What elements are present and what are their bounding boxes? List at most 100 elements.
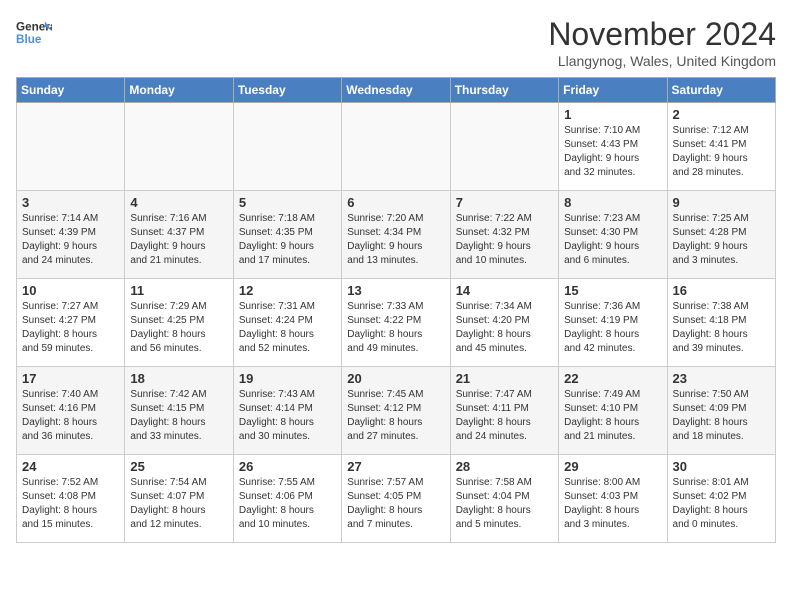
- col-header-saturday: Saturday: [667, 78, 775, 103]
- day-number: 11: [130, 283, 227, 298]
- day-number: 4: [130, 195, 227, 210]
- day-info: Sunrise: 7:36 AM Sunset: 4:19 PM Dayligh…: [564, 300, 661, 356]
- day-info: Sunrise: 7:23 AM Sunset: 4:30 PM Dayligh…: [564, 212, 661, 268]
- day-info: Sunrise: 7:52 AM Sunset: 4:08 PM Dayligh…: [22, 476, 119, 532]
- day-number: 20: [347, 371, 444, 386]
- day-info: Sunrise: 7:12 AM Sunset: 4:41 PM Dayligh…: [673, 124, 770, 180]
- calendar-cell: 3 Sunrise: 7:14 AM Sunset: 4:39 PM Daylig…: [17, 191, 125, 279]
- calendar-table: SundayMondayTuesdayWednesdayThursdayFrid…: [16, 77, 776, 543]
- day-number: 5: [239, 195, 336, 210]
- calendar-week-row: 17 Sunrise: 7:40 AM Sunset: 4:16 PM Dayli…: [17, 367, 776, 455]
- calendar-cell: 24Sunrise: 7:52 AM Sunset: 4:08 PM Dayli…: [17, 455, 125, 543]
- col-header-sunday: Sunday: [17, 78, 125, 103]
- calendar-cell: 8 Sunrise: 7:23 AM Sunset: 4:30 PM Daylig…: [559, 191, 667, 279]
- day-number: 16: [673, 283, 770, 298]
- day-info: Sunrise: 7:40 AM Sunset: 4:16 PM Dayligh…: [22, 388, 119, 444]
- day-number: 17: [22, 371, 119, 386]
- day-number: 27: [347, 459, 444, 474]
- page-header: GeneralBlue November 2024 Llangynog, Wal…: [16, 16, 776, 69]
- day-info: Sunrise: 7:31 AM Sunset: 4:24 PM Dayligh…: [239, 300, 336, 356]
- day-number: 8: [564, 195, 661, 210]
- calendar-cell: [125, 103, 233, 191]
- calendar-cell: 30 Sunrise: 8:01 AM Sunset: 4:02 PM Dayli…: [667, 455, 775, 543]
- logo-icon: GeneralBlue: [16, 16, 52, 52]
- day-number: 21: [456, 371, 553, 386]
- calendar-cell: [17, 103, 125, 191]
- calendar-cell: 17 Sunrise: 7:40 AM Sunset: 4:16 PM Dayli…: [17, 367, 125, 455]
- day-number: 12: [239, 283, 336, 298]
- day-info: Sunrise: 7:42 AM Sunset: 4:15 PM Dayligh…: [130, 388, 227, 444]
- location: Llangynog, Wales, United Kingdom: [548, 53, 776, 69]
- day-number: 10: [22, 283, 119, 298]
- day-info: Sunrise: 7:43 AM Sunset: 4:14 PM Dayligh…: [239, 388, 336, 444]
- day-info: Sunrise: 7:20 AM Sunset: 4:34 PM Dayligh…: [347, 212, 444, 268]
- day-number: 18: [130, 371, 227, 386]
- day-number: 30: [673, 459, 770, 474]
- day-number: 13: [347, 283, 444, 298]
- calendar-cell: 18 Sunrise: 7:42 AM Sunset: 4:15 PM Dayli…: [125, 367, 233, 455]
- calendar-cell: [233, 103, 341, 191]
- calendar-cell: 13 Sunrise: 7:33 AM Sunset: 4:22 PM Dayli…: [342, 279, 450, 367]
- calendar-cell: 9Sunrise: 7:25 AM Sunset: 4:28 PM Daylig…: [667, 191, 775, 279]
- calendar-cell: [450, 103, 558, 191]
- day-number: 15: [564, 283, 661, 298]
- calendar-cell: 25 Sunrise: 7:54 AM Sunset: 4:07 PM Dayli…: [125, 455, 233, 543]
- day-number: 14: [456, 283, 553, 298]
- calendar-cell: 12 Sunrise: 7:31 AM Sunset: 4:24 PM Dayli…: [233, 279, 341, 367]
- col-header-wednesday: Wednesday: [342, 78, 450, 103]
- calendar-cell: 5 Sunrise: 7:18 AM Sunset: 4:35 PM Daylig…: [233, 191, 341, 279]
- day-number: 9: [673, 195, 770, 210]
- day-number: 7: [456, 195, 553, 210]
- day-number: 3: [22, 195, 119, 210]
- day-info: Sunrise: 7:58 AM Sunset: 4:04 PM Dayligh…: [456, 476, 553, 532]
- calendar-cell: 19Sunrise: 7:43 AM Sunset: 4:14 PM Dayli…: [233, 367, 341, 455]
- day-number: 6: [347, 195, 444, 210]
- calendar-cell: 11Sunrise: 7:29 AM Sunset: 4:25 PM Dayli…: [125, 279, 233, 367]
- day-info: Sunrise: 7:27 AM Sunset: 4:27 PM Dayligh…: [22, 300, 119, 356]
- calendar-cell: 20Sunrise: 7:45 AM Sunset: 4:12 PM Dayli…: [342, 367, 450, 455]
- calendar-cell: 16Sunrise: 7:38 AM Sunset: 4:18 PM Dayli…: [667, 279, 775, 367]
- calendar-cell: 14Sunrise: 7:34 AM Sunset: 4:20 PM Dayli…: [450, 279, 558, 367]
- day-info: Sunrise: 7:22 AM Sunset: 4:32 PM Dayligh…: [456, 212, 553, 268]
- col-header-tuesday: Tuesday: [233, 78, 341, 103]
- calendar-cell: 1 Sunrise: 7:10 AM Sunset: 4:43 PM Daylig…: [559, 103, 667, 191]
- day-number: 1: [564, 107, 661, 122]
- col-header-monday: Monday: [125, 78, 233, 103]
- calendar-cell: 26Sunrise: 7:55 AM Sunset: 4:06 PM Dayli…: [233, 455, 341, 543]
- day-number: 22: [564, 371, 661, 386]
- day-info: Sunrise: 7:10 AM Sunset: 4:43 PM Dayligh…: [564, 124, 661, 180]
- calendar-cell: 21 Sunrise: 7:47 AM Sunset: 4:11 PM Dayli…: [450, 367, 558, 455]
- day-info: Sunrise: 7:47 AM Sunset: 4:11 PM Dayligh…: [456, 388, 553, 444]
- calendar-cell: 23 Sunrise: 7:50 AM Sunset: 4:09 PM Dayli…: [667, 367, 775, 455]
- calendar-cell: 22 Sunrise: 7:49 AM Sunset: 4:10 PM Dayli…: [559, 367, 667, 455]
- svg-text:Blue: Blue: [16, 33, 42, 46]
- day-info: Sunrise: 7:57 AM Sunset: 4:05 PM Dayligh…: [347, 476, 444, 532]
- calendar-cell: 6 Sunrise: 7:20 AM Sunset: 4:34 PM Daylig…: [342, 191, 450, 279]
- day-info: Sunrise: 7:33 AM Sunset: 4:22 PM Dayligh…: [347, 300, 444, 356]
- day-info: Sunrise: 7:14 AM Sunset: 4:39 PM Dayligh…: [22, 212, 119, 268]
- day-info: Sunrise: 7:18 AM Sunset: 4:35 PM Dayligh…: [239, 212, 336, 268]
- day-number: 28: [456, 459, 553, 474]
- calendar-week-row: 3 Sunrise: 7:14 AM Sunset: 4:39 PM Daylig…: [17, 191, 776, 279]
- day-number: 23: [673, 371, 770, 386]
- day-info: Sunrise: 7:54 AM Sunset: 4:07 PM Dayligh…: [130, 476, 227, 532]
- col-header-friday: Friday: [559, 78, 667, 103]
- calendar-week-row: 10 Sunrise: 7:27 AM Sunset: 4:27 PM Dayli…: [17, 279, 776, 367]
- day-number: 25: [130, 459, 227, 474]
- day-info: Sunrise: 8:01 AM Sunset: 4:02 PM Dayligh…: [673, 476, 770, 532]
- day-info: Sunrise: 7:50 AM Sunset: 4:09 PM Dayligh…: [673, 388, 770, 444]
- day-number: 29: [564, 459, 661, 474]
- day-info: Sunrise: 8:00 AM Sunset: 4:03 PM Dayligh…: [564, 476, 661, 532]
- day-number: 2: [673, 107, 770, 122]
- calendar-cell: 2 Sunrise: 7:12 AM Sunset: 4:41 PM Daylig…: [667, 103, 775, 191]
- col-header-thursday: Thursday: [450, 78, 558, 103]
- calendar-cell: 29 Sunrise: 8:00 AM Sunset: 4:03 PM Dayli…: [559, 455, 667, 543]
- calendar-cell: 28 Sunrise: 7:58 AM Sunset: 4:04 PM Dayli…: [450, 455, 558, 543]
- day-info: Sunrise: 7:49 AM Sunset: 4:10 PM Dayligh…: [564, 388, 661, 444]
- day-number: 26: [239, 459, 336, 474]
- calendar-cell: 10 Sunrise: 7:27 AM Sunset: 4:27 PM Dayli…: [17, 279, 125, 367]
- calendar-week-row: 24Sunrise: 7:52 AM Sunset: 4:08 PM Dayli…: [17, 455, 776, 543]
- calendar-cell: 27 Sunrise: 7:57 AM Sunset: 4:05 PM Dayli…: [342, 455, 450, 543]
- calendar-cell: 15 Sunrise: 7:36 AM Sunset: 4:19 PM Dayli…: [559, 279, 667, 367]
- day-info: Sunrise: 7:16 AM Sunset: 4:37 PM Dayligh…: [130, 212, 227, 268]
